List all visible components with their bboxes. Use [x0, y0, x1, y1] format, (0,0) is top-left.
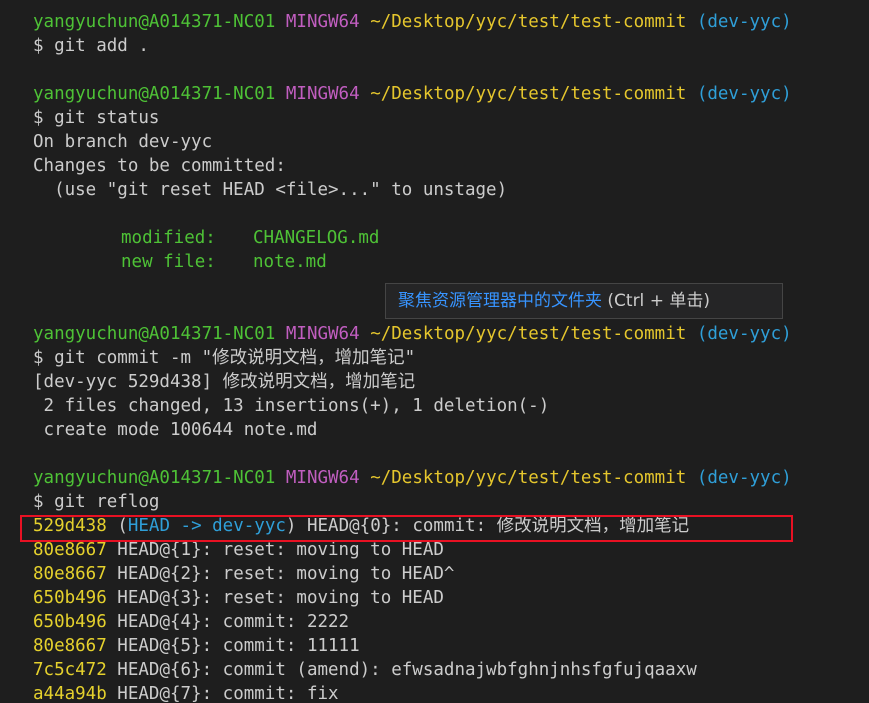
prompt-path: ~/Desktop/yyc/test/test-commit: [370, 468, 687, 488]
commit-hash: 80e8667: [33, 636, 107, 656]
reflog-entry: 80e8667 HEAD@{5}: commit: 11111: [33, 634, 360, 658]
commit-hash: a44a94b: [33, 684, 107, 703]
prompt-path: ~/Desktop/yyc/test/test-commit: [370, 84, 687, 104]
command-line: $ git status: [33, 108, 160, 128]
output-line: On branch dev-yyc: [33, 132, 213, 152]
output-line: Changes to be committed:: [33, 156, 286, 176]
tooltip-link[interactable]: 聚焦资源管理器中的文件夹: [398, 291, 602, 311]
file-status: new file:: [121, 252, 216, 272]
prompt-line: yangyuchun@A014371-NC01 MINGW64 ~/Deskto…: [33, 466, 792, 490]
command-line: $ git commit -m "修改说明文档，增加笔记": [33, 348, 416, 368]
reflog-message: HEAD@{6}: commit (amend): efwsadnajwbfgh…: [106, 660, 697, 680]
reflog-entry: 650b496 HEAD@{3}: reset: moving to HEAD: [33, 586, 444, 610]
command-line: $ git reflog: [33, 492, 160, 512]
command-line: $ git add .: [33, 36, 149, 56]
commit-hash: 650b496: [33, 612, 107, 632]
file-status: modified:: [121, 228, 216, 248]
prompt-line: yangyuchun@A014371-NC01 MINGW64 ~/Deskto…: [33, 82, 792, 106]
reflog-message: HEAD@{3}: reset: moving to HEAD: [106, 588, 444, 608]
prompt-user: yangyuchun@A014371-NC01: [33, 324, 276, 344]
terminal[interactable]: yangyuchun@A014371-NC01 MINGW64 ~/Deskto…: [0, 0, 869, 703]
prompt-branch: (dev-yyc): [696, 84, 792, 104]
reflog-message: HEAD@{2}: reset: moving to HEAD^: [106, 564, 455, 584]
prompt-path[interactable]: ~/Desktop/yyc/test/test-commit: [370, 324, 686, 344]
commit-hash: 650b496: [33, 588, 107, 608]
staged-file-line: modified: CHANGELOG.md: [121, 226, 379, 250]
prompt-user: yangyuchun@A014371-NC01: [33, 12, 276, 32]
commit-hash: 7c5c472: [33, 660, 107, 680]
reflog-entry: 7c5c472 HEAD@{6}: commit (amend): efwsad…: [33, 658, 697, 682]
staged-file-line: new file: note.md: [121, 250, 327, 274]
commit-hash: 80e8667: [33, 540, 107, 560]
prompt-line: yangyuchun@A014371-NC01 MINGW64 ~/Deskto…: [33, 10, 792, 34]
tooltip-shortcut: (Ctrl + 单击): [602, 291, 710, 311]
prompt-user: yangyuchun@A014371-NC01: [33, 84, 276, 104]
prompt-shell: MINGW64: [285, 468, 360, 488]
prompt-branch: (dev-yyc): [696, 12, 792, 32]
reflog-message: HEAD@{5}: commit: 11111: [106, 636, 360, 656]
prompt-path: ~/Desktop/yyc/test/test-commit: [370, 12, 687, 32]
prompt-shell: MINGW64: [285, 12, 360, 32]
output-line: 2 files changed, 13 insertions(+), 1 del…: [33, 396, 550, 416]
prompt-line: yangyuchun@A014371-NC01 MINGW64 ~/Deskto…: [33, 322, 792, 346]
commit-hash: 80e8667: [33, 564, 107, 584]
reflog-message: HEAD@{4}: commit: 2222: [106, 612, 350, 632]
prompt-user: yangyuchun@A014371-NC01: [33, 468, 276, 488]
prompt-branch: (dev-yyc): [696, 324, 792, 344]
output-line: [dev-yyc 529d438] 修改说明文档，增加笔记: [33, 372, 416, 392]
output-line: create mode 100644 note.md: [33, 420, 318, 440]
reflog-entry: 650b496 HEAD@{4}: commit: 2222: [33, 610, 349, 634]
reflog-message: HEAD@{7}: commit: fix: [106, 684, 339, 703]
prompt-branch: (dev-yyc): [696, 468, 792, 488]
prompt-shell: MINGW64: [285, 324, 360, 344]
prompt-shell: MINGW64: [285, 84, 360, 104]
file-name: CHANGELOG.md: [253, 228, 380, 248]
reflog-message: HEAD@{1}: reset: moving to HEAD: [106, 540, 444, 560]
file-name: note.md: [253, 252, 327, 272]
output-line: (use "git reset HEAD <file>..." to unsta…: [33, 180, 508, 200]
reflog-entry: a44a94b HEAD@{7}: commit: fix: [33, 682, 339, 703]
highlight-box: [20, 515, 793, 542]
reflog-entry: 80e8667 HEAD@{2}: reset: moving to HEAD^: [33, 562, 454, 586]
hover-tooltip: 聚焦资源管理器中的文件夹 (Ctrl + 单击): [385, 283, 783, 319]
